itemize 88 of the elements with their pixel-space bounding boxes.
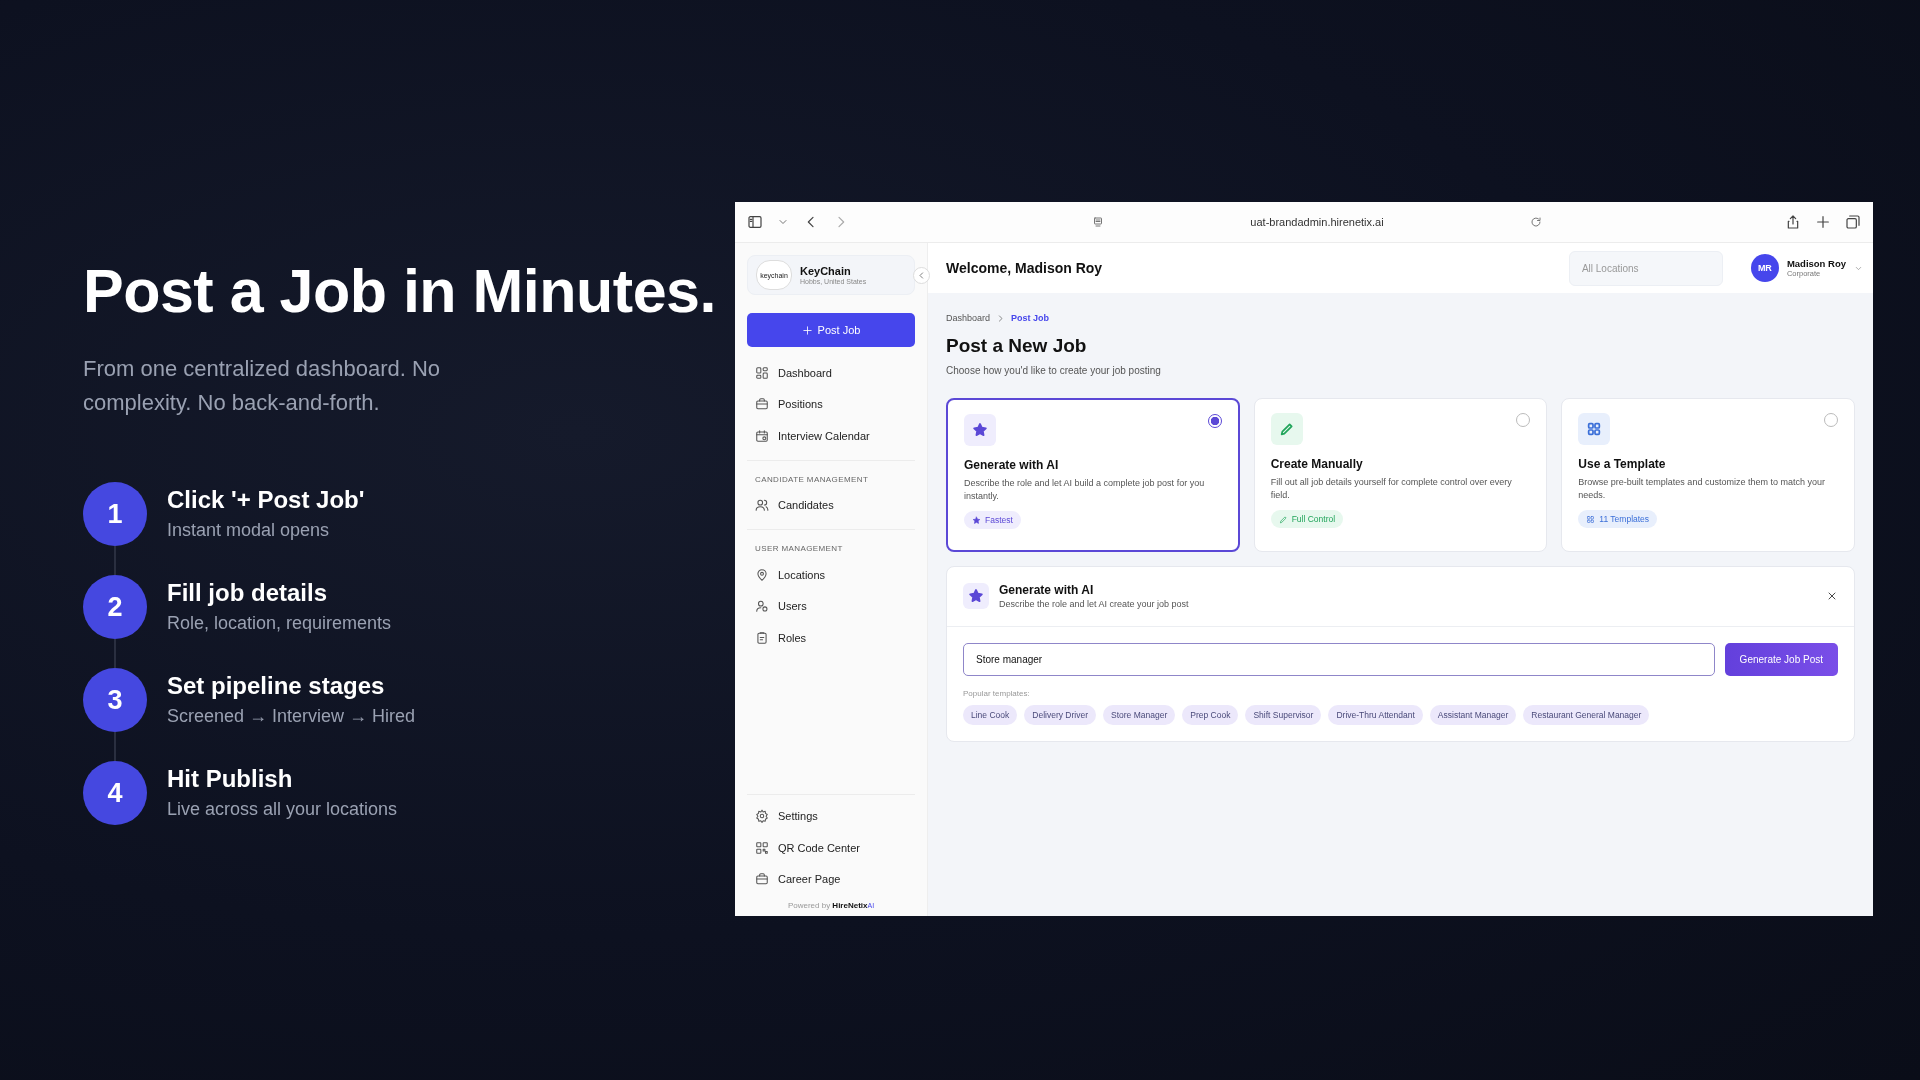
step-title: Set pipeline stages	[167, 672, 386, 700]
nav-item[interactable]: Career Page	[747, 863, 915, 895]
share-icon[interactable]	[1785, 214, 1801, 230]
location-pin-icon	[755, 567, 769, 582]
step-description: Screened → Interview → Hired	[167, 706, 416, 727]
option-card[interactable]: Create Manually Fill out all job details yourself for complete control over every field. Full Control	[1253, 398, 1548, 552]
qr-code-icon	[755, 840, 769, 855]
option-card[interactable]: Use a Template Browse pre-built templates and customize them to match your needs. 11 Templates	[1561, 398, 1855, 552]
tag: 11 Templates	[1578, 510, 1658, 528]
star-icon	[972, 515, 981, 525]
user-name: Madison Roy	[1786, 258, 1846, 269]
slide-title: Post a Job in Minutes.	[83, 256, 717, 326]
briefcase-icon	[755, 872, 769, 887]
step-description: Role, location, requirements	[167, 613, 392, 634]
section-heading: CANDIDATE MANAGEMENT	[754, 473, 870, 486]
location-field[interactable]: All Locations	[1568, 250, 1723, 286]
breadcrumb-link[interactable]: Post Job	[1011, 313, 1050, 323]
nav-item[interactable]: Candidates	[747, 489, 915, 521]
url-text: uat-brandadmin.hirenetix.ai	[1250, 216, 1384, 228]
template-grid-icon	[1586, 514, 1596, 524]
user-avatar: MR	[1750, 254, 1779, 282]
panel-title: Generate with AI	[999, 583, 1095, 597]
nav-item[interactable]: Positions	[747, 388, 915, 420]
step-title: Fill job details	[167, 579, 329, 607]
nav-item[interactable]: QR Code Center	[747, 832, 915, 864]
close-icon[interactable]	[1826, 590, 1838, 602]
panel-subtitle: Describe the role and let AI create your job post	[999, 599, 1190, 609]
radio-button[interactable]	[1207, 414, 1222, 428]
tag: Fastest	[964, 511, 1021, 529]
chevron-right-icon	[996, 313, 1006, 323]
card-description: Browse pre-built templates and customize them to match your needs.	[1578, 476, 1826, 502]
user-icon	[755, 599, 769, 614]
nav-item[interactable]: Users	[747, 590, 915, 622]
template-chip[interactable]: Prep Cook	[1182, 705, 1239, 725]
plus-icon	[801, 324, 813, 336]
clipboard-icon	[755, 630, 769, 645]
generate-job-post-button[interactable]: Generate Job Post	[1724, 643, 1838, 676]
step-title: Hit Publish	[167, 765, 294, 793]
template-chip[interactable]: Assistant Manager	[1429, 705, 1517, 725]
brand-name: KeyChain	[800, 265, 852, 277]
new-tab-icon[interactable]	[1815, 214, 1831, 230]
calendar-icon	[755, 428, 769, 443]
reader-icon[interactable]	[1092, 216, 1104, 228]
card-title: Generate with AI	[964, 458, 1060, 472]
address-bar[interactable]: uat-brandadmin.hirenetix.ai	[1082, 208, 1552, 236]
step-number: 4	[83, 761, 147, 825]
step-description: Instant modal opens	[167, 520, 331, 541]
card-description: Fill out all job details yourself for complete control over every field.	[1270, 476, 1513, 502]
step-description: Live across all your locations	[167, 799, 398, 820]
page-title: Post a New Job	[946, 335, 1088, 357]
step-number: 2	[83, 575, 147, 639]
nav-item[interactable]: Locations	[747, 559, 915, 591]
template-chip[interactable]: Line Cook	[963, 705, 1018, 725]
tag: Full Control	[1270, 510, 1344, 528]
post-job-button[interactable]: Post Job	[747, 313, 915, 347]
card-description: Describe the role and let AI build a complete job post for you instantly.	[964, 477, 1206, 503]
template-chip[interactable]: Shift Supervisor	[1245, 705, 1322, 725]
breadcrumb-link[interactable]: Dashboard	[946, 313, 991, 323]
job-title-field[interactable]: Store manager	[963, 643, 1715, 676]
slide-subtitle: From one centralized dashboard. No complexity. No back-and-forth.	[83, 355, 442, 417]
card-title: Create Manually	[1270, 457, 1364, 471]
welcome-text: Welcome, Madison Roy	[946, 260, 1103, 276]
page-subtitle: Choose how you'd like to create your job posting	[946, 365, 1162, 376]
pencil-icon	[1278, 514, 1288, 524]
template-chip[interactable]: Restaurant General Manager	[1523, 705, 1650, 725]
option-card[interactable]: Generate with AI Describe the role and let AI build a complete job post for you instantly. Fastest	[946, 398, 1240, 552]
template-chip[interactable]: Store Manager	[1103, 705, 1176, 725]
sidebar-toggle-icon[interactable]	[747, 214, 763, 230]
star-icon	[968, 588, 984, 604]
section-heading: USER MANAGEMENT	[754, 543, 844, 555]
card-title: Use a Template	[1578, 457, 1667, 471]
nav-item[interactable]: Interview Calendar	[747, 420, 915, 452]
briefcase-icon	[755, 397, 769, 412]
step-number: 1	[83, 482, 147, 546]
templates-label: Popular templates:	[963, 689, 1031, 698]
nav-item[interactable]: Dashboard	[747, 357, 915, 389]
tabs-icon[interactable]	[1845, 214, 1861, 230]
reload-icon[interactable]	[1530, 216, 1542, 228]
people-icon	[755, 498, 769, 513]
template-chip[interactable]: Drive-Thru Attendant	[1328, 705, 1423, 725]
nav-item[interactable]: Settings	[747, 800, 915, 832]
step-number: 3	[83, 668, 147, 732]
step-title: Click '+ Post Job'	[167, 486, 365, 514]
chevron-left-icon	[917, 271, 926, 280]
nav-item[interactable]: Roles	[747, 622, 915, 654]
dashboard-icon	[755, 365, 769, 380]
settings-icon	[755, 809, 769, 824]
template-chip[interactable]: Delivery Driver	[1024, 705, 1096, 725]
